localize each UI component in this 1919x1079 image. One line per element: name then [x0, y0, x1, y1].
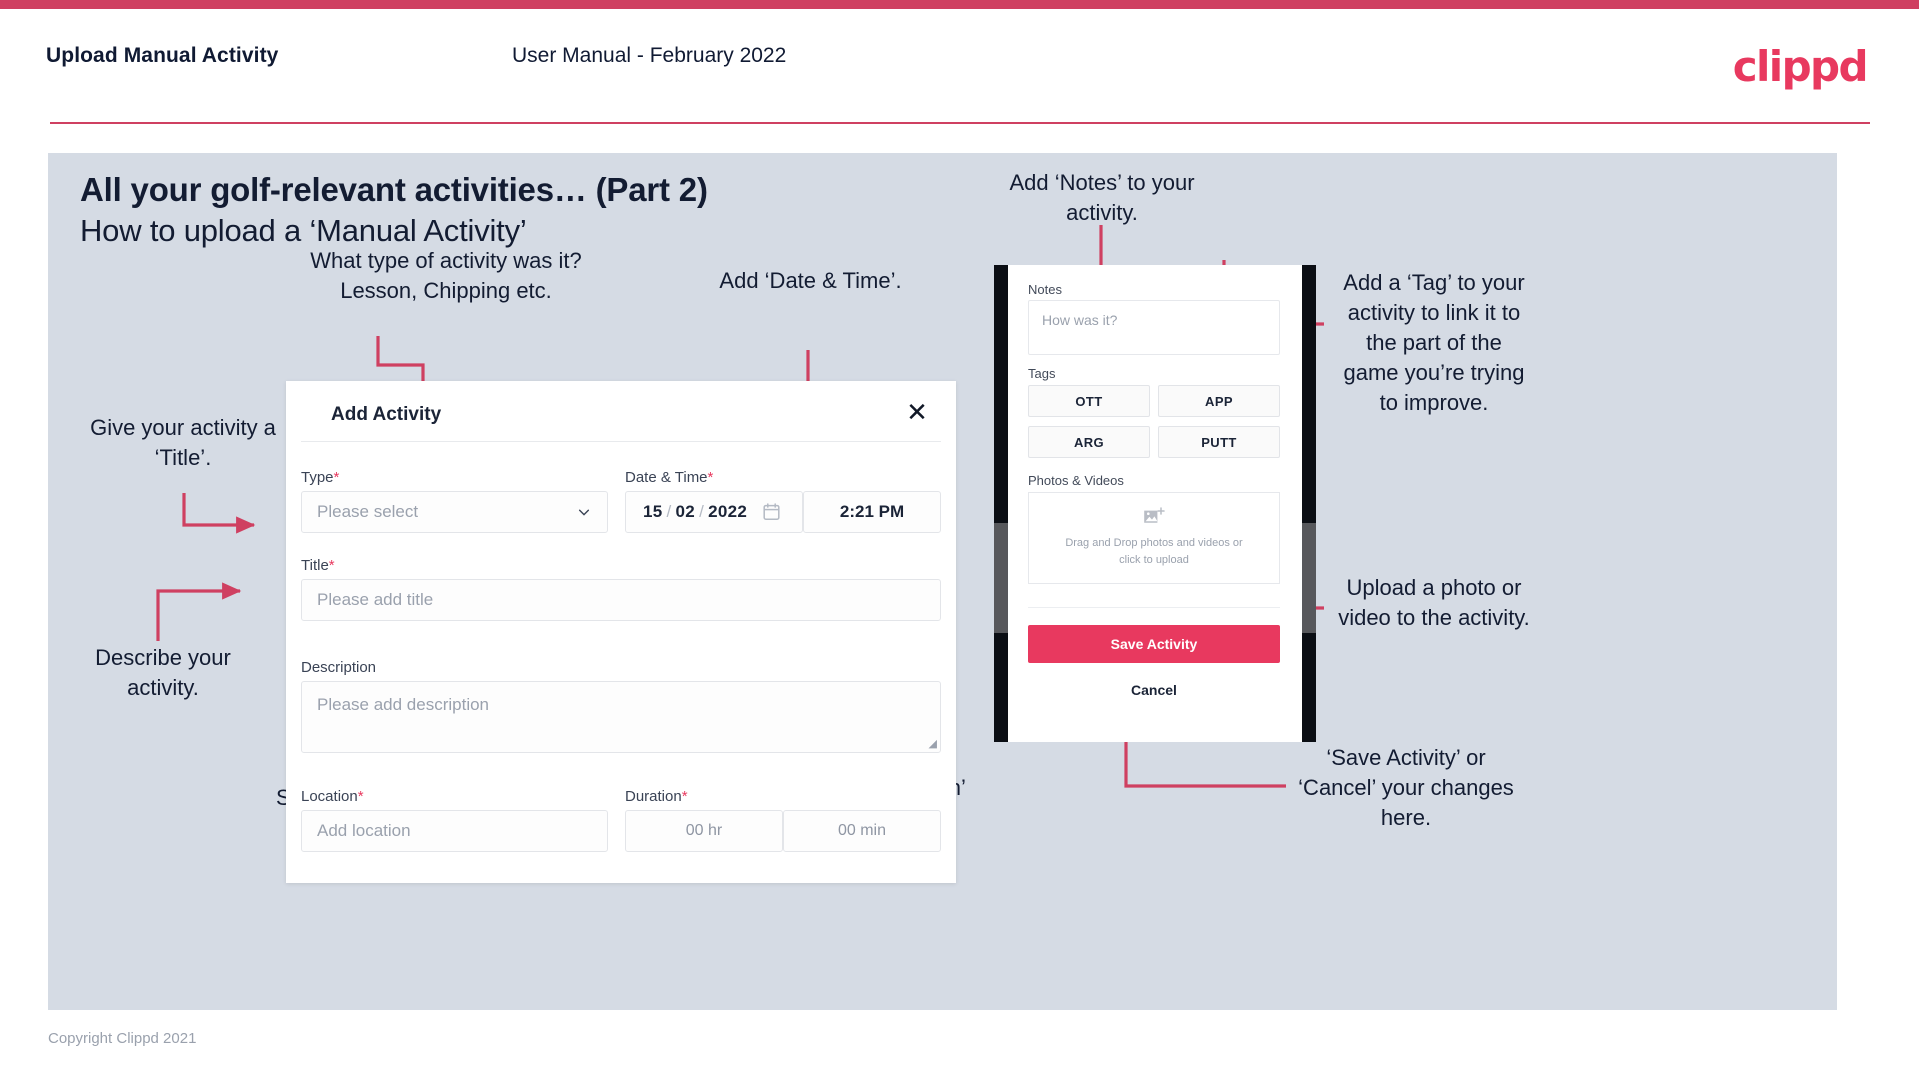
- annotation-type: What type of activity was it? Lesson, Ch…: [310, 248, 582, 303]
- tags-label: Tags: [1028, 366, 1056, 381]
- media-hint: Drag and Drop photos and videos or click…: [1065, 535, 1242, 569]
- annotation-tag: Add a ‘Tag’ to your activity to link it …: [1343, 270, 1525, 415]
- slide-canvas: All your golf-relevant activities… (Part…: [48, 153, 1837, 1010]
- annotation-save-cancel: ‘Save Activity’ or ‘Cancel’ your changes…: [1298, 745, 1514, 830]
- media-hint-line1: Drag and Drop photos and videos or: [1065, 537, 1243, 549]
- annotation-notes: Add ‘Notes’ to your activity.: [1009, 170, 1195, 225]
- datetime-label-text: Date & Time: [625, 469, 708, 486]
- cancel-button[interactable]: Cancel: [1028, 675, 1280, 705]
- calendar-icon[interactable]: [763, 503, 780, 521]
- top-accent-bar: [0, 0, 1919, 9]
- title-label: Title*: [301, 557, 335, 574]
- phone-frame-left-segment: [994, 523, 1008, 633]
- title-label-text: Title: [301, 557, 329, 574]
- header-divider: [50, 122, 1870, 124]
- dialog-title: Add Activity: [331, 404, 442, 425]
- date-input[interactable]: 15/02/2022: [625, 491, 803, 533]
- title-placeholder: Please add title: [317, 590, 434, 609]
- notes-textarea[interactable]: How was it?: [1028, 300, 1280, 355]
- description-placeholder: Please add description: [317, 695, 490, 714]
- description-textarea[interactable]: Please add description ◢: [301, 681, 941, 753]
- phone-divider: [1028, 607, 1280, 608]
- duration-hours-input[interactable]: 00 hr: [625, 810, 783, 852]
- slide-subheading: How to upload a ‘Manual Activity’: [80, 213, 527, 248]
- duration-hours-value: 00 hr: [685, 822, 723, 839]
- time-value: 2:21 PM: [839, 502, 905, 521]
- phone-frame-right: [1302, 265, 1316, 742]
- phone-mockup: Notes How was it? Tags OTT APP ARG PUTT …: [994, 265, 1316, 742]
- header-title: Upload Manual Activity: [46, 44, 279, 67]
- type-label-text: Type: [301, 469, 334, 486]
- location-placeholder: Add location: [317, 821, 411, 840]
- copyright-text: Copyright Clippd 2021: [48, 1030, 197, 1047]
- datetime-label: Date & Time*: [625, 469, 713, 486]
- type-placeholder: Please select: [317, 502, 419, 521]
- tag-button-putt[interactable]: PUTT: [1158, 426, 1280, 458]
- dialog-divider: [301, 441, 941, 442]
- save-activity-button[interactable]: Save Activity: [1028, 625, 1280, 663]
- tag-button-ott[interactable]: OTT: [1028, 385, 1150, 417]
- phone-screen: Notes How was it? Tags OTT APP ARG PUTT …: [1008, 265, 1302, 742]
- date-value: 15/02/2022: [643, 502, 748, 521]
- title-required-asterisk: *: [328, 557, 335, 574]
- description-label: Description: [301, 659, 376, 676]
- annotation-datetime: Add ‘Date & Time’.: [719, 268, 902, 293]
- duration-label: Duration*: [625, 788, 688, 805]
- type-select[interactable]: Please select: [301, 491, 608, 533]
- slide-heading: All your golf-relevant activities… (Part…: [80, 171, 708, 208]
- slide-page: Upload Manual Activity User Manual - Feb…: [0, 0, 1919, 1079]
- tag-button-app[interactable]: APP: [1158, 385, 1280, 417]
- location-label: Location*: [301, 788, 364, 805]
- close-icon[interactable]: ✕: [902, 397, 932, 427]
- media-hint-line2: click to upload: [1119, 554, 1189, 566]
- media-drop-zone[interactable]: Drag and Drop photos and videos or click…: [1028, 492, 1280, 584]
- add-image-icon: [1144, 507, 1165, 523]
- annotation-upload: Upload a photo or video to the activity.: [1338, 575, 1530, 630]
- annotation-describe: Describe your activity.: [95, 645, 231, 700]
- notes-label: Notes: [1028, 282, 1062, 297]
- notes-placeholder: How was it?: [1042, 312, 1118, 328]
- type-required-asterisk: *: [333, 469, 340, 486]
- annotation-title: Give your activity a ‘Title’.: [90, 415, 276, 470]
- location-input[interactable]: Add location: [301, 810, 608, 852]
- clippd-logo: clippd: [1732, 42, 1869, 91]
- duration-label-text: Duration: [625, 788, 682, 805]
- datetime-required-asterisk: *: [707, 469, 714, 486]
- duration-minutes-input[interactable]: 00 min: [783, 810, 941, 852]
- location-label-text: Location: [301, 788, 358, 805]
- resize-handle-icon[interactable]: ◢: [929, 737, 937, 750]
- add-activity-dialog: Add Activity ✕ Type* Please select Date …: [286, 381, 956, 883]
- time-input[interactable]: 2:21 PM: [803, 491, 941, 533]
- tag-button-arg[interactable]: ARG: [1028, 426, 1150, 458]
- location-required-asterisk: *: [357, 788, 364, 805]
- title-input[interactable]: Please add title: [301, 579, 941, 621]
- duration-minutes-value: 00 min: [837, 822, 887, 839]
- phone-frame-left: [994, 265, 1008, 742]
- media-label: Photos & Videos: [1028, 473, 1124, 488]
- header-subtitle: User Manual - February 2022: [512, 44, 787, 67]
- chevron-down-icon: [578, 509, 590, 516]
- description-label-text: Description: [301, 659, 377, 676]
- phone-frame-right-segment: [1302, 523, 1316, 633]
- type-label: Type*: [301, 469, 339, 486]
- duration-required-asterisk: *: [681, 788, 688, 805]
